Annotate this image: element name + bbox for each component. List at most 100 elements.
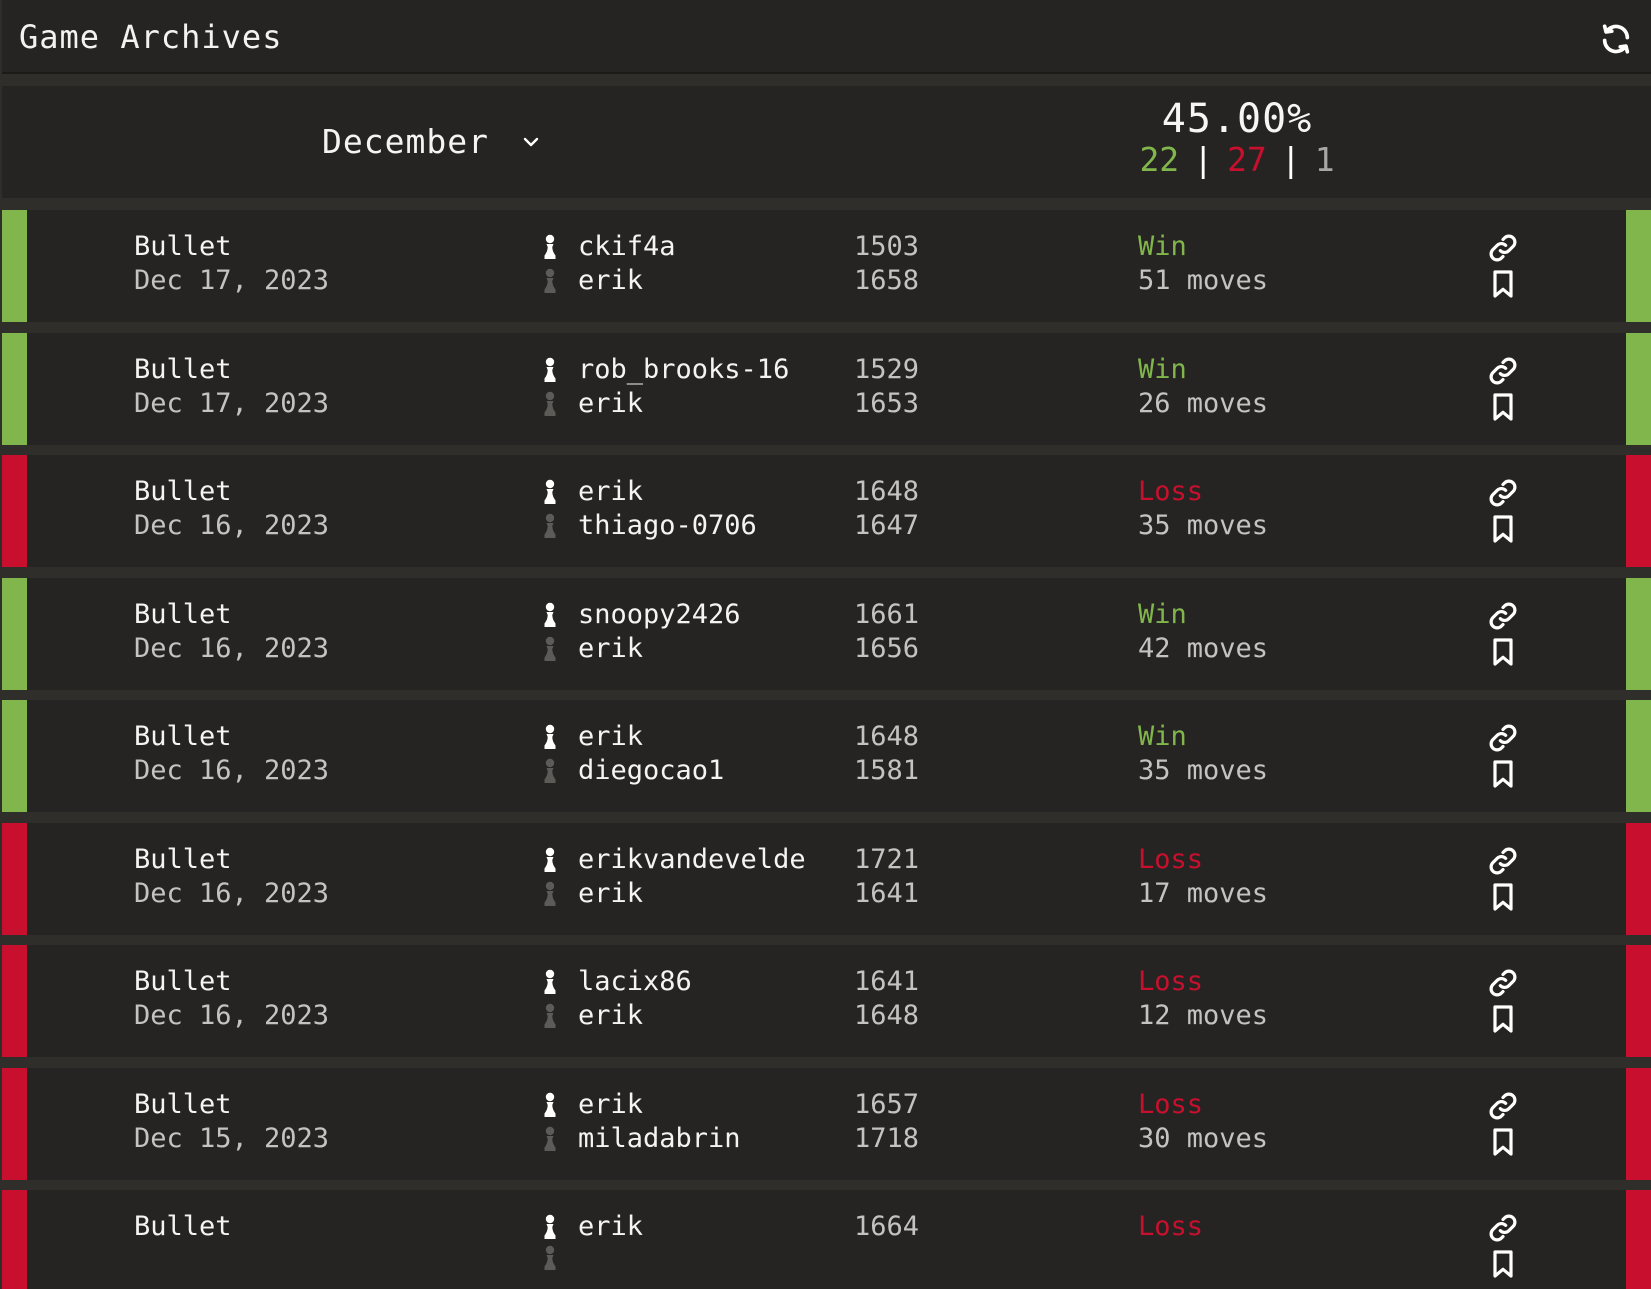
white-player[interactable]: rob_brooks-16 — [540, 353, 789, 387]
black-player[interactable]: miladabrin — [540, 1122, 741, 1156]
black-player[interactable] — [540, 1244, 643, 1272]
game-row[interactable]: Bullet erik 1664 Loss — [2, 1190, 1651, 1289]
black-player[interactable]: erik — [540, 264, 676, 298]
bookmark-icon[interactable] — [1486, 636, 1520, 668]
game-row[interactable]: Bullet Dec 16, 2023 snoopy2426 erik 1661… — [2, 577, 1651, 690]
ratings: 1661 1656 — [854, 598, 919, 666]
white-player[interactable]: erik — [540, 720, 724, 754]
bookmark-icon[interactable] — [1486, 1126, 1520, 1158]
result-label: Win — [1138, 721, 1187, 752]
link-icon[interactable] — [1486, 722, 1520, 754]
ratings: 1657 1718 — [854, 1088, 919, 1156]
move-count: 35 moves — [1138, 755, 1269, 786]
white-pawn-icon — [544, 1092, 556, 1117]
black-pawn-icon — [544, 1003, 556, 1028]
result-bar-left — [2, 1190, 27, 1289]
game-info: Bullet Dec 16, 2023 — [134, 598, 329, 666]
white-player[interactable]: erikvandevelde — [540, 843, 806, 877]
bookmark-icon[interactable] — [1486, 1003, 1520, 1035]
white-player[interactable]: erik — [540, 475, 757, 509]
white-player[interactable]: erik — [540, 1088, 741, 1122]
result-label: Loss — [1138, 1211, 1204, 1242]
result-bar-left — [2, 577, 27, 690]
players: snoopy2426 erik — [540, 598, 741, 666]
month-dropdown[interactable]: December — [322, 122, 543, 161]
white-player[interactable]: ckif4a — [540, 230, 676, 264]
black-player[interactable]: thiago-0706 — [540, 509, 757, 543]
black-player[interactable]: erik — [540, 387, 789, 421]
game-row[interactable]: Bullet Dec 17, 2023 rob_brooks-16 erik 1… — [2, 332, 1651, 445]
white-player-name: ckif4a — [578, 231, 676, 262]
link-icon[interactable] — [1486, 477, 1520, 509]
players: erik miladabrin — [540, 1088, 741, 1156]
ratings: 1721 1641 — [854, 843, 919, 911]
game-type: Bullet — [134, 1211, 232, 1242]
black-player[interactable]: erik — [540, 877, 806, 911]
white-pawn-icon — [544, 479, 556, 504]
game-info: Bullet Dec 16, 2023 — [134, 965, 329, 1033]
game-row[interactable]: Bullet Dec 15, 2023 erik miladabrin 1657… — [2, 1067, 1651, 1180]
link-icon[interactable] — [1486, 600, 1520, 632]
black-player[interactable]: erik — [540, 632, 741, 666]
game-row[interactable]: Bullet Dec 16, 2023 erikvandevelde erik … — [2, 822, 1651, 935]
game-date: Dec 17, 2023 — [134, 265, 330, 296]
black-player[interactable]: diegocao1 — [540, 754, 724, 788]
black-player[interactable]: erik — [540, 999, 692, 1033]
game-date: Dec 17, 2023 — [134, 387, 330, 419]
white-rating: 1503 — [854, 231, 920, 262]
link-icon[interactable] — [1486, 355, 1520, 387]
link-icon[interactable] — [1486, 1090, 1520, 1122]
bookmark-icon[interactable] — [1486, 268, 1520, 300]
link-icon[interactable] — [1486, 967, 1520, 999]
game-info: Bullet — [134, 1210, 232, 1244]
result-label: Loss — [1138, 966, 1204, 997]
row-actions — [1486, 1212, 1522, 1284]
row-actions — [1486, 477, 1522, 549]
result: Win 42 moves — [1138, 598, 1268, 666]
bookmark-icon[interactable] — [1486, 513, 1520, 545]
month-label: December — [322, 122, 489, 161]
game-row[interactable]: Bullet Dec 16, 2023 lacix86 erik 1641 16… — [2, 945, 1651, 1057]
players: erik diegocao1 — [540, 720, 724, 788]
ratings: 1664 — [854, 1210, 919, 1244]
result-bar-right — [1626, 700, 1651, 812]
refresh-icon[interactable] — [1599, 22, 1633, 56]
separator: | — [1193, 140, 1214, 179]
black-pawn-icon — [544, 758, 556, 783]
players: rob_brooks-16 erik — [540, 353, 789, 421]
white-player[interactable]: snoopy2426 — [540, 598, 741, 632]
result: Win 26 moves — [1138, 353, 1268, 421]
row-actions — [1486, 845, 1522, 917]
link-icon[interactable] — [1486, 232, 1520, 264]
result-label: Loss — [1138, 1088, 1204, 1120]
game-row[interactable]: Bullet Dec 16, 2023 erik thiago-0706 164… — [2, 455, 1651, 567]
white-player[interactable]: lacix86 — [540, 965, 692, 999]
white-rating: 1529 — [854, 353, 920, 385]
bookmark-icon[interactable] — [1486, 1248, 1520, 1280]
game-row[interactable]: Bullet Dec 16, 2023 erik diegocao1 1648 … — [2, 700, 1651, 812]
result: Win 35 moves — [1138, 720, 1268, 788]
link-icon[interactable] — [1486, 1212, 1520, 1244]
result-bar-right — [1626, 577, 1651, 690]
black-pawn-icon — [544, 391, 556, 416]
result-bar-left — [2, 332, 27, 445]
black-rating: 1647 — [854, 510, 920, 541]
draws-count: 1 — [1314, 140, 1335, 179]
bookmark-icon[interactable] — [1486, 881, 1520, 913]
game-info: Bullet Dec 16, 2023 — [134, 843, 329, 911]
page-title: Game Archives — [19, 18, 283, 56]
link-icon[interactable] — [1486, 845, 1520, 877]
game-type: Bullet — [134, 843, 232, 875]
white-player[interactable]: erik — [540, 1210, 643, 1244]
bookmark-icon[interactable] — [1486, 391, 1520, 423]
white-player-name: lacix86 — [578, 966, 692, 997]
game-info: Bullet Dec 17, 2023 — [134, 230, 329, 298]
result-bar-left — [2, 945, 27, 1057]
game-archives-app: Game Archives December 45.00% 22 | 27 | 1 Bu… — [0, 0, 1651, 1289]
bookmark-icon[interactable] — [1486, 758, 1520, 790]
white-rating: 1721 — [854, 843, 920, 875]
game-row[interactable]: Bullet Dec 17, 2023 ckif4a erik 1503 165… — [2, 210, 1651, 322]
result-bar-right — [1626, 945, 1651, 1057]
game-type: Bullet — [134, 231, 232, 262]
game-date: Dec 16, 2023 — [134, 632, 330, 664]
